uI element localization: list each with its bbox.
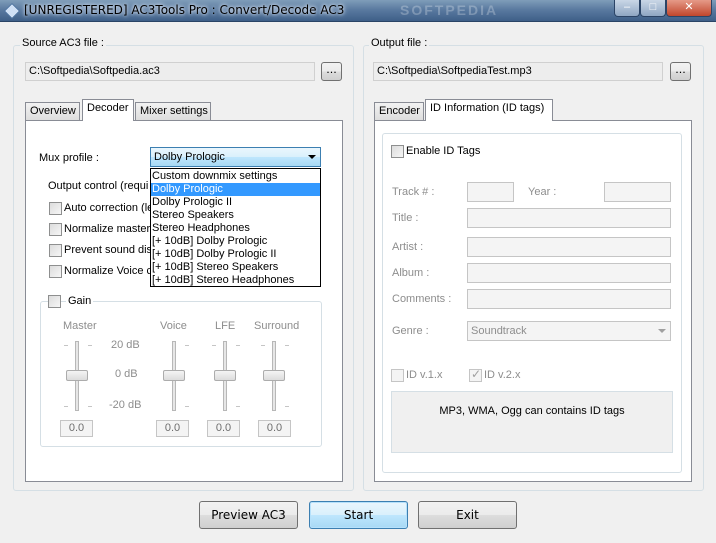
output-path-field[interactable]: C:\Softpedia\SoftpediaTest.mp3 xyxy=(373,62,663,81)
app-icon xyxy=(4,3,20,19)
surround-tick xyxy=(285,345,289,346)
id-tags-info-box: MP3, WMA, Ogg can contains ID tags xyxy=(391,391,673,453)
comments-input[interactable] xyxy=(467,289,671,309)
title-bar: [UNREGISTERED] AC3Tools Pro : Convert/De… xyxy=(0,0,716,22)
master-value-box[interactable]: 0.0 xyxy=(60,420,93,437)
tab-overview[interactable]: Overview xyxy=(25,102,80,121)
id-v2-label: ID v.2.x xyxy=(484,369,521,381)
lfe-value-box[interactable]: 0.0 xyxy=(207,420,240,437)
window-title: [UNREGISTERED] AC3Tools Pro : Convert/De… xyxy=(24,3,345,17)
title-input[interactable] xyxy=(467,208,671,228)
chevron-down-icon xyxy=(308,155,316,159)
track-input[interactable] xyxy=(467,182,514,202)
master-tick xyxy=(64,406,68,407)
album-label: Album : xyxy=(392,267,430,279)
lfe-tick xyxy=(212,345,216,346)
mux-option-dolby-prologic-ii[interactable]: Dolby Prologic II xyxy=(151,196,320,209)
mux-profile-value: Dolby Prologic xyxy=(154,151,225,163)
voice-slider-label: Voice xyxy=(160,320,187,332)
enable-id-tags-checkbox[interactable] xyxy=(391,145,404,158)
scale-top-label: 20 dB xyxy=(111,339,140,351)
genre-value: Soundtrack xyxy=(471,325,527,337)
id-v1-label: ID v.1.x xyxy=(406,369,443,381)
voice-tick xyxy=(185,345,189,346)
mux-option-stereo-headphones[interactable]: Stereo Headphones xyxy=(151,222,320,235)
id-v2-checkbox[interactable] xyxy=(469,367,482,382)
mux-option-custom-downmix[interactable]: Custom downmix settings xyxy=(151,170,320,183)
year-label: Year : xyxy=(528,186,557,198)
mux-option-10db-dolby-prologic[interactable]: [+ 10dB] Dolby Prologic xyxy=(151,235,320,248)
surround-tick xyxy=(285,406,289,407)
lfe-slider-thumb[interactable] xyxy=(214,370,236,381)
tab-id-information[interactable]: ID Information (ID tags) xyxy=(425,99,553,121)
artist-label: Artist : xyxy=(392,241,424,253)
album-input[interactable] xyxy=(467,263,671,283)
gain-checkbox[interactable] xyxy=(48,295,61,308)
mux-option-10db-stereo-headphones[interactable]: [+ 10dB] Stereo Headphones xyxy=(151,274,320,287)
normalize-voice-checkbox[interactable] xyxy=(49,265,62,278)
tab-decoder[interactable]: Decoder xyxy=(82,99,134,121)
surround-slider-thumb[interactable] xyxy=(263,370,285,381)
voice-tick xyxy=(185,406,189,407)
preview-ac3-button[interactable]: Preview AC3 xyxy=(199,501,298,529)
auto-correction-checkbox[interactable] xyxy=(49,202,62,215)
source-group-label: Source AC3 file : xyxy=(20,37,106,49)
surround-tick xyxy=(261,345,265,346)
comments-label: Comments : xyxy=(392,293,452,305)
mux-option-10db-stereo-speakers[interactable]: [+ 10dB] Stereo Speakers xyxy=(151,261,320,274)
tab-mixer-settings[interactable]: Mixer settings xyxy=(135,102,211,121)
chevron-down-icon xyxy=(658,329,666,333)
source-path-field[interactable]: C:\Softpedia\Softpedia.ac3 xyxy=(25,62,315,81)
voice-value-box[interactable]: 0.0 xyxy=(156,420,189,437)
voice-slider-thumb[interactable] xyxy=(163,370,185,381)
source-browse-button[interactable]: ... xyxy=(321,62,342,81)
start-button[interactable]: Start xyxy=(309,501,408,529)
id-tags-info-text: MP3, WMA, Ogg can contains ID tags xyxy=(439,405,625,417)
lfe-tick xyxy=(236,345,240,346)
track-label: Track # : xyxy=(392,186,435,198)
surround-slider-label: Surround xyxy=(254,320,300,332)
mux-profile-select[interactable]: Dolby Prologic xyxy=(150,147,321,167)
master-slider-thumb[interactable] xyxy=(66,370,88,381)
genre-select[interactable]: Soundtrack xyxy=(467,321,671,341)
title-label: Title : xyxy=(392,212,419,224)
output-browse-button[interactable]: ... xyxy=(670,62,691,81)
normalize-master-label: Normalize master xyxy=(64,223,151,235)
master-slider-label: Master xyxy=(63,320,97,332)
prevent-sound-label: Prevent sound dis xyxy=(64,244,153,256)
output-control-label: Output control (requi xyxy=(48,180,149,192)
artist-input[interactable] xyxy=(467,237,671,257)
id-v1-checkbox[interactable] xyxy=(391,369,404,382)
genre-label: Genre : xyxy=(392,325,429,337)
scale-bottom-label: -20 dB xyxy=(109,399,142,411)
softpedia-watermark: SOFTPEDIA xyxy=(400,2,499,18)
exit-button[interactable]: Exit xyxy=(418,501,517,529)
normalize-master-checkbox[interactable] xyxy=(49,223,62,236)
mux-option-dolby-prologic[interactable]: Dolby Prologic xyxy=(151,183,320,196)
scale-mid-label: 0 dB xyxy=(115,368,138,380)
mux-option-stereo-speakers[interactable]: Stereo Speakers xyxy=(151,209,320,222)
lfe-tick xyxy=(236,406,240,407)
tab-encoder[interactable]: Encoder xyxy=(374,102,424,121)
mux-profile-label: Mux profile : xyxy=(39,152,99,164)
maximize-button[interactable]: □ xyxy=(640,0,666,17)
master-tick xyxy=(64,345,68,346)
surround-value-box[interactable]: 0.0 xyxy=(258,420,291,437)
master-tick xyxy=(88,406,92,407)
minimize-button[interactable]: – xyxy=(614,0,640,17)
year-input[interactable] xyxy=(604,182,671,202)
gain-label: Gain xyxy=(66,295,94,307)
output-group-label: Output file : xyxy=(369,37,430,49)
master-tick xyxy=(88,345,92,346)
mux-profile-dropdown: Custom downmix settings Dolby Prologic D… xyxy=(150,168,321,287)
lfe-slider-label: LFE xyxy=(215,320,236,332)
mux-option-10db-dolby-prologic-ii[interactable]: [+ 10dB] Dolby Prologic II xyxy=(151,248,320,261)
normalize-voice-label: Normalize Voice ch xyxy=(64,265,159,277)
close-button[interactable]: ✕ xyxy=(666,0,712,17)
enable-id-tags-label: Enable ID Tags xyxy=(406,145,483,157)
auto-correction-label: Auto correction (le xyxy=(64,202,154,214)
prevent-sound-checkbox[interactable] xyxy=(49,244,62,257)
